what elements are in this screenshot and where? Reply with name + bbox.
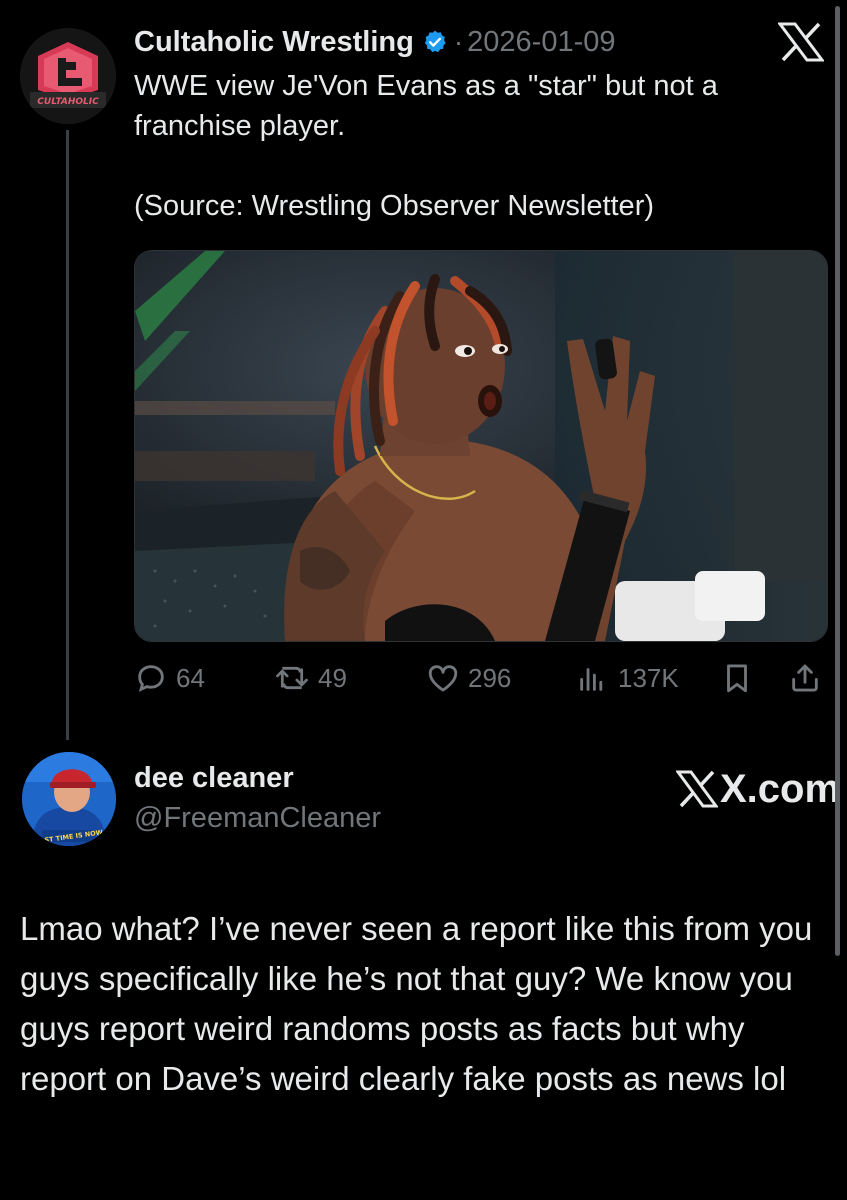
views-icon (580, 668, 603, 691)
post-text-main: WWE view Je'Von Evans as a "star" but no… (134, 70, 718, 142)
reply-author-name[interactable]: dee cleaner (134, 762, 294, 795)
post-text-source: (Source: Wrestling Observer Newsletter) (134, 190, 655, 222)
post-header: Cultaholic Wrestling · 2026-01-09 (134, 22, 616, 62)
reply-icon (138, 665, 164, 692)
heart-icon (428, 665, 458, 692)
views-count: 137K (618, 662, 679, 693)
like-count: 296 (468, 662, 512, 693)
repost-count: 49 (318, 662, 347, 693)
cultaholic-avatar[interactable]: CULTAHOLIC (20, 28, 116, 124)
share-icon (792, 664, 818, 692)
post-media-image[interactable] (134, 250, 828, 642)
like-button[interactable]: 296 (426, 656, 511, 700)
post-date[interactable]: 2026-01-09 (467, 26, 615, 59)
separator-dot: · (453, 26, 464, 57)
avatar-logo-text: CULTAHOLIC (37, 97, 99, 107)
xcom-label: X.com (720, 766, 841, 811)
reply-avatar[interactable]: LAST TIME IS NOW (22, 752, 116, 846)
bookmark-button[interactable] (720, 656, 754, 700)
reply-author-handle[interactable]: @FreemanCleaner (134, 802, 381, 835)
thread-line (66, 130, 69, 740)
verified-badge-icon (422, 29, 448, 55)
reply-button[interactable]: 64 (134, 656, 205, 700)
post-text: WWE view Je'Von Evans as a "star" but no… (134, 66, 814, 226)
reply-text: Lmao what? I’ve never seen a report like… (20, 910, 813, 1097)
post-actions: 64 49 296 137K (134, 656, 826, 700)
reply-count: 64 (176, 662, 205, 693)
x-logo-icon (676, 770, 718, 808)
wrestler-photo (135, 251, 827, 641)
xcom-watermark: X.com (676, 766, 840, 812)
share-button[interactable] (788, 656, 822, 700)
cultaholic-logo-icon: CULTAHOLIC (20, 28, 116, 124)
author-name[interactable]: Cultaholic Wrestling (134, 26, 414, 59)
reply-avatar-photo: LAST TIME IS NOW (22, 752, 116, 846)
repost-icon (276, 666, 308, 690)
scrollbar[interactable] (835, 6, 840, 956)
bookmark-icon (727, 664, 747, 693)
repost-button[interactable]: 49 (274, 656, 347, 700)
views-button[interactable]: 137K (576, 656, 679, 700)
x-logo-icon (777, 22, 825, 62)
